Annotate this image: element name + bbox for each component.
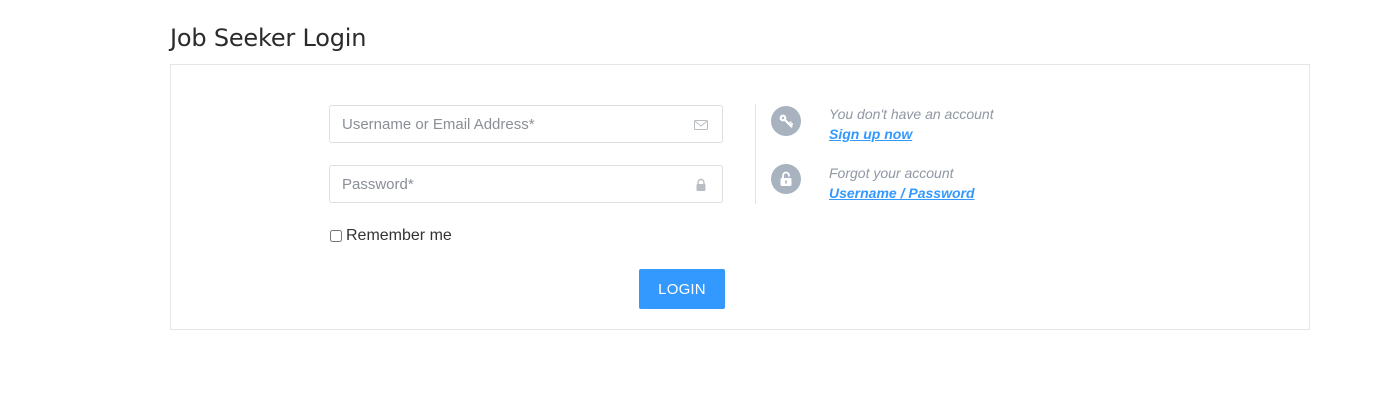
signup-prompt: You don't have an account (829, 106, 994, 122)
signup-help: You don't have an account Sign up now (829, 104, 994, 144)
key-icon (779, 114, 794, 128)
forgot-prompt: Forgot your account (829, 165, 954, 181)
unlock-icon-badge (771, 164, 801, 194)
unlock-icon (780, 171, 792, 186)
key-icon-badge (771, 106, 801, 136)
username-input[interactable] (330, 106, 722, 142)
remember-checkbox[interactable] (330, 230, 342, 242)
username-field[interactable] (329, 105, 723, 143)
vertical-divider (755, 104, 756, 204)
remember-label[interactable]: Remember me (346, 227, 452, 245)
lock-icon (696, 178, 706, 191)
forgot-help: Forgot your account Username / Password (829, 163, 975, 203)
login-panel: Remember me LOGIN You don't have an acco… (170, 64, 1310, 330)
page-title: Job Seeker Login (170, 24, 367, 52)
password-field[interactable] (329, 165, 723, 203)
signup-link[interactable]: Sign up now (829, 124, 994, 144)
envelope-icon (694, 120, 708, 130)
forgot-link[interactable]: Username / Password (829, 183, 975, 203)
login-button[interactable]: LOGIN (639, 269, 725, 309)
password-input[interactable] (330, 166, 722, 202)
remember-me: Remember me (329, 227, 452, 245)
